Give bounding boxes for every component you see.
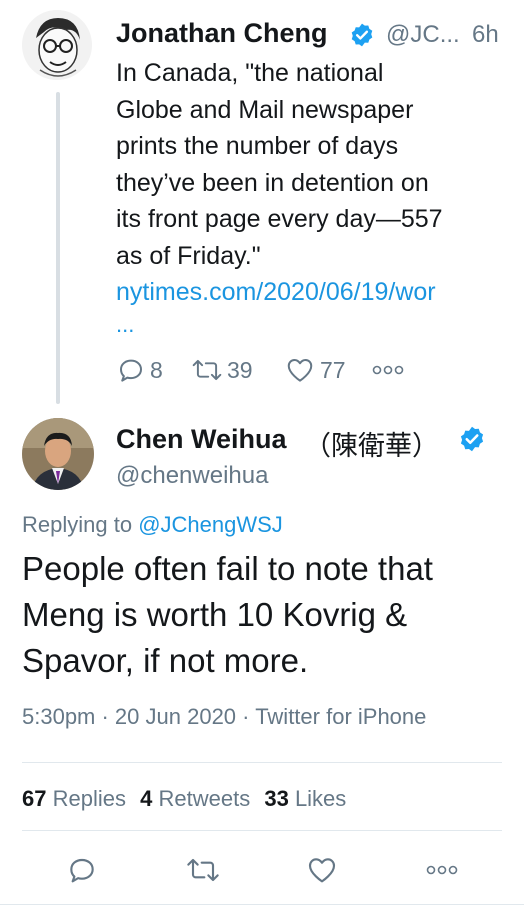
bottom-divider <box>0 904 524 905</box>
likes-count: 33 <box>264 786 289 811</box>
caricature-avatar-icon <box>22 10 92 80</box>
main-text-line: People often fail to note that <box>22 550 433 587</box>
parent-text-line: as of Friday." <box>116 241 261 270</box>
parent-like-count: 77 <box>320 356 346 383</box>
tweet-timestamp[interactable]: 5:30pm · 20 Jun 2020 · Twitter for iPhon… <box>22 704 426 730</box>
more-icon[interactable] <box>426 865 458 875</box>
article-link-ellipsis[interactable]: ... <box>116 311 516 339</box>
likes-label: Likes <box>294 786 347 811</box>
retweets-label: Retweets <box>158 786 251 811</box>
parent-text-line: they’ve been in detention on <box>116 168 429 197</box>
likes-stat[interactable]: 33 Likes <box>264 786 346 811</box>
parent-retweet-button[interactable]: 39 <box>190 355 253 385</box>
verified-badge-icon <box>460 426 484 452</box>
parent-retweet-count: 39 <box>227 356 253 383</box>
tweet-stats: 67 Replies 4 Retweets 33 Likes <box>22 786 346 812</box>
retweet-icon <box>192 359 222 381</box>
parent-text-line: Globe and Mail newspaper <box>116 95 414 124</box>
replies-label: Replies <box>52 786 126 811</box>
reply-icon <box>120 359 142 382</box>
main-author-avatar[interactable] <box>22 418 94 490</box>
parent-author-handle[interactable]: @JC... <box>386 21 460 49</box>
divider <box>22 762 502 763</box>
main-author-name-cjk[interactable]: （陳衛華） <box>304 424 439 463</box>
parent-text-line: In Canada, "the national <box>116 59 384 87</box>
retweets-stat[interactable]: 4 Retweets <box>140 786 256 811</box>
main-author-handle[interactable]: @chenweihua <box>116 462 268 490</box>
replying-to-handle[interactable]: @JChengWSJ <box>138 512 283 537</box>
main-text-line: Spavor, if not more. <box>22 642 309 679</box>
thread-line <box>56 92 60 404</box>
replies-count: 67 <box>22 786 47 811</box>
main-tweet-text: People often fail to note that Meng is w… <box>22 546 512 684</box>
parent-author-name[interactable]: Jonathan Cheng <box>116 18 328 49</box>
more-icon[interactable] <box>372 365 404 375</box>
replying-prefix: Replying to <box>22 512 133 537</box>
article-link[interactable]: nytimes.com/2020/06/19/wor <box>116 274 516 311</box>
retweet-icon[interactable] <box>184 854 222 886</box>
parent-text-line: its front page every day—557 <box>116 205 443 233</box>
main-author-name[interactable]: Chen Weihua <box>116 424 287 455</box>
verified-badge-icon <box>351 23 373 47</box>
parent-reply-count: 8 <box>150 356 163 383</box>
parent-tweet-age[interactable]: 6h <box>472 21 499 49</box>
retweets-count: 4 <box>140 786 153 811</box>
parent-reply-button[interactable]: 8 <box>116 355 163 385</box>
parent-like-button[interactable]: 77 <box>284 355 346 385</box>
main-text-line: Meng is worth 10 Kovrig & <box>22 596 408 633</box>
heart-icon[interactable] <box>305 854 339 886</box>
parent-tweet-text: In Canada, "the national Globe and Mail … <box>116 55 516 339</box>
reply-icon[interactable] <box>66 854 98 886</box>
replies-stat[interactable]: 67 Replies <box>22 786 132 811</box>
replying-to-line: Replying to @JChengWSJ <box>22 512 283 538</box>
parent-text-line: prints the number of days <box>116 132 399 160</box>
heart-icon <box>287 359 313 382</box>
divider <box>22 830 502 831</box>
profile-photo-icon <box>22 418 94 490</box>
parent-author-avatar[interactable] <box>22 10 92 80</box>
